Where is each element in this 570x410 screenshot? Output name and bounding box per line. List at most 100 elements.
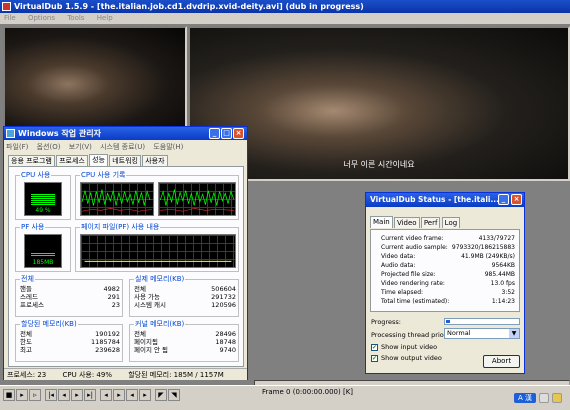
status-processes: 프로세스: 23 [7,371,47,379]
menu-view[interactable]: 보기(V) [69,143,92,151]
input-video-frame [5,28,185,130]
pf-history-group: 페이지 파일(PF) 사용 내용 [75,223,239,272]
physical-memory-label: 실제 메모리(KB) [134,275,186,283]
performance-panel: CPU 사용 49 % CPU 사용 기록 PF 사용 185MB 페이지 파일… [8,166,244,367]
maximize-button[interactable]: □ [221,128,232,139]
back-button[interactable]: ◂ [58,389,70,401]
tab-perf[interactable]: Perf [420,217,441,228]
tab-log[interactable]: Log [441,217,461,228]
menu-shutdown[interactable]: 시스템 종료(U) [100,143,145,151]
cpu-usage-fill [31,194,55,205]
start-button[interactable]: |◂ [45,389,57,401]
pf-usage-value: 185MB [32,259,54,266]
next-scene-button[interactable]: ▸ [139,389,151,401]
tab-performance[interactable]: 성능 [89,154,108,166]
totals-group: 전체 핸들 4982 스레드 291 프로세스 23 [15,275,123,317]
stat-commit-total: 전체 190192 [20,330,120,338]
priority-value: Normal [447,329,471,337]
virtualdub-menubar: File Options Tools Help [0,13,570,24]
checkbox-checked-icon[interactable]: ✔ [371,343,378,351]
stat-physical-total: 전체 506604 [134,285,236,293]
task-manager-icon [6,129,15,138]
cpu-history-graph-1 [80,182,154,216]
menu-options[interactable]: 옵션(O) [37,143,61,151]
menu-options[interactable]: Options [28,14,55,22]
show-input-video-checkbox[interactable]: ✔ Show input video [371,343,437,351]
mark-out-button[interactable]: ◥ [168,389,180,401]
stop-button[interactable]: ■ [3,389,15,401]
close-button[interactable]: × [233,128,244,139]
cpu-usage-value: 49 % [35,207,51,214]
stat-threads: 스레드 291 [20,293,120,301]
stat-projected-file-size: Projected file size: 985.44MB [381,271,515,278]
dub-status-close-button[interactable]: × [511,194,522,205]
stat-physical-available: 사용 가능 291732 [134,293,236,301]
tab-applications[interactable]: 응용 프로그램 [8,155,55,166]
play-output-button[interactable]: ▹ [29,389,41,401]
task-manager-title: Windows 작업 관리자 [18,129,102,138]
stat-total-time: Total time (estimated): 1:14:23 [381,298,515,305]
stat-kernel-total: 전체 28496 [134,330,236,338]
pf-usage-label: PF 사용 [20,223,46,231]
dub-status-main-panel: Current video frame: 4133/79727 Current a… [370,229,520,312]
stat-handles: 핸들 4982 [20,285,120,293]
ime-options-icon[interactable] [552,393,562,403]
progress-fill [446,320,450,323]
stat-current-video-frame: Current video frame: 4133/79727 [381,235,515,242]
tab-users[interactable]: 사용자 [142,155,168,166]
stat-commit-limit: 한도 1185784 [20,338,120,346]
task-manager-window: Windows 작업 관리자 _ □ × 파일(F) 옵션(O) 보기(V) 시… [3,126,248,380]
menu-tools[interactable]: Tools [67,14,84,22]
menu-file[interactable]: 파일(F) [6,143,28,151]
cpu-usage-label: CPU 사용 [20,171,52,179]
stat-time-elapsed: Time elapsed: 3:52 [381,289,515,296]
task-manager-titlebar[interactable]: Windows 작업 관리자 _ □ × [4,127,247,140]
menu-help[interactable]: 도움말(H) [153,143,183,151]
ime-toolbar-icon[interactable] [539,393,549,403]
dub-status-minimize-button[interactable]: _ [498,194,509,205]
stat-processes: 프로세스 23 [20,301,120,309]
ime-indicator[interactable]: A 漢 [514,393,536,403]
show-output-video-checkbox[interactable]: ✔ Show output video [371,354,442,362]
end-button[interactable]: ▸| [84,389,96,401]
commit-memory-label: 할당된 메모리(KB) [20,320,78,328]
cpu-history-graph-2 [158,182,236,216]
tab-video[interactable]: Video [393,217,420,228]
prev-key-button[interactable]: ◂ [100,389,112,401]
task-manager-tabs: 응용 프로그램 프로세스 성능 네트워킹 사용자 [8,154,168,166]
tab-processes[interactable]: 프로세스 [56,155,88,166]
physical-memory-group: 실제 메모리(KB) 전체 506604 사용 가능 291732 시스템 캐시 12… [129,275,239,317]
pf-usage-group: PF 사용 185MB [15,223,71,272]
tab-networking[interactable]: 네트워킹 [109,155,141,166]
menu-file[interactable]: File [4,14,16,22]
virtualdub-titlebar[interactable]: VirtualDub 1.5.9 - [the.italian.job.cd1.… [0,0,570,13]
stat-current-audio-sample: Current audio sample: 9793320/186215883 [381,244,515,251]
dub-status-tabs: Main Video Perf Log [370,216,461,229]
stat-kernel-paged: 페이지됨 18748 [134,338,236,346]
dub-status-dialog: VirtualDub Status - [the.itali... _ × Ma… [365,192,525,374]
next-key-button[interactable]: ▸ [113,389,125,401]
minimize-button[interactable]: _ [209,128,220,139]
stat-video-rendering-rate: Video rendering rate: 13.0 fps [381,280,515,287]
tab-main[interactable]: Main [370,216,393,228]
frame-label: Frame 0 (0:00:00.000) [K] [262,388,354,396]
cpu-history-label: CPU 사용 기록 [80,171,127,179]
chevron-down-icon[interactable]: ▼ [509,329,519,338]
checkbox-checked-icon[interactable]: ✔ [371,354,378,362]
stat-commit-peak: 최고 239628 [20,346,120,354]
pf-history-label: 페이지 파일(PF) 사용 내용 [80,223,161,231]
input-video-pane [3,26,187,132]
mark-in-button[interactable]: ◤ [155,389,167,401]
play-input-button[interactable]: ▸ [16,389,28,401]
language-tray: A 漢 [512,390,570,410]
menu-help[interactable]: Help [97,14,113,22]
pf-history-graph [80,234,236,268]
priority-select[interactable]: Normal ▼ [444,328,520,339]
forward-button[interactable]: ▸ [71,389,83,401]
dub-status-titlebar[interactable]: VirtualDub Status - [the.itali... _ × [366,193,524,207]
progress-bar [444,318,520,325]
abort-button[interactable]: Abort [483,355,520,368]
virtualdub-title: VirtualDub 1.5.9 - [the.italian.job.cd1.… [14,2,364,11]
prev-scene-button[interactable]: ◂ [126,389,138,401]
pf-usage-fill [31,253,55,257]
